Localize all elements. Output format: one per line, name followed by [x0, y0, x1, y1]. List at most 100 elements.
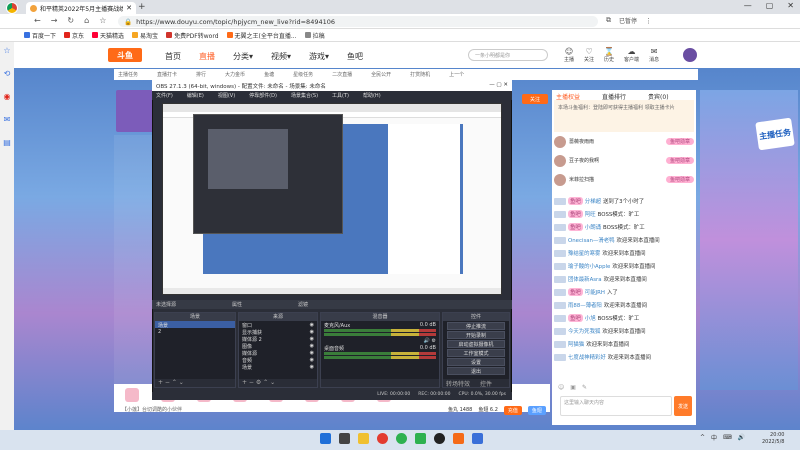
- volume-slider[interactable]: [324, 356, 436, 359]
- user-avatar[interactable]: [682, 47, 698, 63]
- gift-icon[interactable]: ▣: [570, 384, 576, 391]
- app-icon[interactable]: [472, 433, 483, 444]
- chrome-icon[interactable]: [377, 433, 388, 444]
- clock[interactable]: 20:00 2022/5/8: [762, 432, 784, 446]
- site-logo[interactable]: 斗鱼: [108, 48, 142, 62]
- search-icon[interactable]: [339, 433, 350, 444]
- bookmark[interactable]: 京东: [64, 31, 84, 40]
- subnav-item[interactable]: 打赏随机: [410, 71, 430, 78]
- header-history-button[interactable]: ⌛ 历史: [604, 47, 614, 63]
- chat-username[interactable]: 阿猫猫: [568, 340, 584, 348]
- properties-button[interactable]: 属性: [232, 301, 242, 308]
- source-item[interactable]: 音频 ◉: [239, 356, 317, 364]
- sidebar-history-icon[interactable]: ⟲: [4, 69, 11, 78]
- obs-menu-item[interactable]: 帮助(H): [363, 92, 381, 99]
- chat-input[interactable]: 这里输入聊天内容: [560, 396, 672, 416]
- nav-video[interactable]: 视频▾: [271, 51, 291, 62]
- header-streamer-button[interactable]: ☺ 主播: [564, 47, 574, 63]
- chat-username[interactable]: 分梯超: [585, 197, 601, 205]
- edit-icon[interactable]: ✎: [582, 384, 587, 391]
- profile-button[interactable]: 已暂停: [619, 16, 637, 25]
- obs-preview[interactable]: [162, 103, 502, 295]
- follow-button[interactable]: 关注: [522, 94, 548, 104]
- subnav-item[interactable]: 全民公开: [371, 71, 391, 78]
- gift-item-icon[interactable]: [125, 388, 139, 402]
- obs-window-controls[interactable]: — ▢ ✕: [489, 82, 508, 89]
- obs-icon[interactable]: [434, 433, 445, 444]
- tray-expand-icon[interactable]: ^: [700, 434, 705, 441]
- menu-dots-icon[interactable]: ⋮: [645, 17, 652, 25]
- ime-indicator[interactable]: 中: [711, 433, 717, 442]
- chat-username[interactable]: 今天为死我狐: [568, 327, 600, 335]
- header-follow-button[interactable]: ♡ 关注: [584, 47, 594, 63]
- rank-row[interactable]: 蔷薇夜雨雨 鱼吧勋章: [554, 134, 694, 149]
- url-field[interactable]: 🔒 https://www.douyu.com/topic/hpjycm_new…: [118, 16, 598, 27]
- obs-menu-item[interactable]: 工具(T): [332, 92, 349, 99]
- subnav-item[interactable]: 星级任务: [293, 71, 313, 78]
- obs-menu-item[interactable]: 文件(F): [156, 92, 173, 99]
- chat-username[interactable]: 可能JRH: [585, 288, 605, 296]
- extensions-icon[interactable]: ⧉: [606, 16, 611, 25]
- subnav-item[interactable]: 主播任务: [118, 71, 138, 78]
- reload-icon[interactable]: ↻: [67, 16, 74, 25]
- exit-button[interactable]: 退出: [447, 367, 505, 375]
- chat-username[interactable]: 瑜子酸的小Apple: [568, 262, 610, 270]
- speaker-icon[interactable]: 🔊 ⚙: [424, 338, 436, 344]
- nav-fishbar[interactable]: 鱼吧: [347, 51, 363, 62]
- stop-streaming-button[interactable]: 停止推流: [447, 322, 505, 330]
- recharge-button[interactable]: 充值: [503, 406, 522, 415]
- source-item[interactable]: 显示捕获 ◉: [239, 328, 317, 336]
- source-item[interactable]: 媒体源 2 ◉: [239, 335, 317, 343]
- obs-menu-item[interactable]: 编辑(E): [187, 92, 204, 99]
- header-client-button[interactable]: ☁ 客户端: [624, 47, 639, 63]
- start-recording-button[interactable]: 开始录制: [447, 331, 505, 339]
- maximize-button[interactable]: ▢: [766, 1, 774, 10]
- subnav-item[interactable]: 直播打卡: [157, 71, 177, 78]
- nav-category[interactable]: 分类▾: [233, 51, 253, 62]
- source-item[interactable]: 窗口 ◉: [239, 321, 317, 329]
- new-tab-button[interactable]: +: [138, 2, 146, 12]
- tab-close-icon[interactable]: ✕: [126, 4, 132, 12]
- subnav-item[interactable]: 二次直播: [332, 71, 352, 78]
- sidebar-weibo-icon[interactable]: ◉: [4, 92, 11, 101]
- keyboard-icon[interactable]: ⌨: [723, 434, 732, 441]
- fishfin-button[interactable]: 鱼翅: [527, 406, 546, 415]
- emoji-icon[interactable]: ☺: [558, 384, 564, 391]
- bookmark[interactable]: 易淘宝: [132, 31, 158, 40]
- chat-username[interactable]: 小朗诵: [585, 223, 601, 231]
- bookmark[interactable]: 天猫精选: [92, 31, 124, 40]
- subnav-item[interactable]: 鱼塘: [264, 71, 274, 78]
- nav-live[interactable]: 直播: [199, 51, 215, 62]
- chat-username[interactable]: 阿旺: [585, 210, 596, 218]
- tab-controls[interactable]: 控件: [480, 379, 492, 388]
- chat-username[interactable]: Onecisan—滑老鸭: [568, 236, 615, 244]
- forward-arrow-icon[interactable]: →: [51, 16, 58, 25]
- volume-slider[interactable]: [324, 333, 436, 336]
- scene-item[interactable]: 2: [155, 328, 235, 335]
- virtual-camera-button[interactable]: 启动虚拟摄像机: [447, 340, 505, 348]
- scene-item[interactable]: 场景: [155, 321, 235, 329]
- subnav-item[interactable]: 大力金币: [225, 71, 245, 78]
- chat-username[interactable]: 小旭: [585, 314, 596, 322]
- source-item[interactable]: 媒体源 ◉: [239, 349, 317, 357]
- studio-mode-button[interactable]: 工作室模式: [447, 349, 505, 357]
- nav-game[interactable]: 游戏▾: [309, 51, 329, 62]
- sidebar-mail-icon[interactable]: ✉: [4, 115, 11, 124]
- obs-menu-item[interactable]: 停靠部件(D): [249, 92, 277, 99]
- bookmark[interactable]: 无翼之王(全平台直播...: [226, 31, 297, 40]
- explorer-icon[interactable]: [358, 433, 369, 444]
- obs-menu-item[interactable]: 视图(V): [218, 92, 235, 99]
- filters-button[interactable]: 滤镜: [298, 301, 308, 308]
- minimize-button[interactable]: —: [744, 1, 752, 10]
- start-icon[interactable]: [320, 433, 331, 444]
- bookmark[interactable]: 百度一下: [24, 31, 56, 40]
- streamer-task-badge[interactable]: 主播任务: [755, 117, 795, 151]
- back-arrow-icon[interactable]: ←: [34, 16, 41, 25]
- chat-username[interactable]: 豫结星的寒雾: [568, 249, 600, 257]
- scene-controls[interactable]: + − ⌃ ⌄: [155, 379, 235, 387]
- bookmark[interactable]: 免费PDF转word: [166, 31, 219, 40]
- header-message-button[interactable]: ✉ 消息: [649, 47, 659, 63]
- chat-username[interactable]: 团体最新Asra: [568, 275, 602, 283]
- settings-button[interactable]: 设置: [447, 358, 505, 366]
- browser-tab[interactable]: 和平精英2022年5月主播赛战绩第... ✕: [26, 2, 136, 14]
